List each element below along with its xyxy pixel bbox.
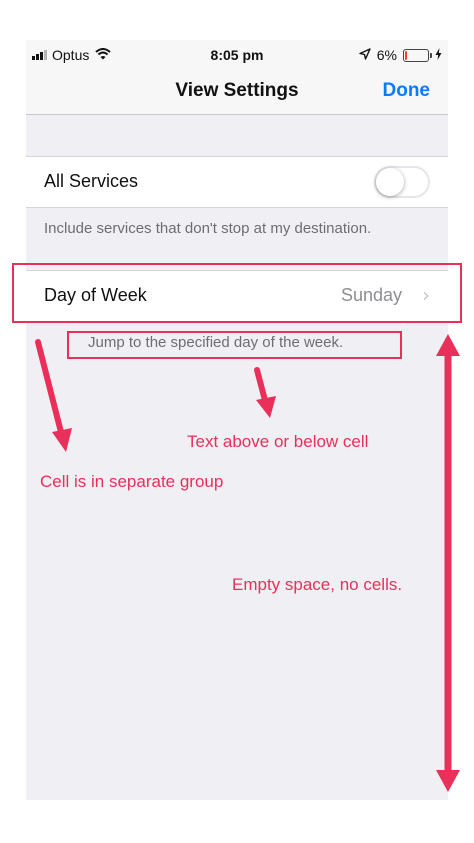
arrow-separate-group: [35, 339, 65, 439]
arrowhead-separate-group: [52, 428, 72, 452]
annotation-arrows: [35, 334, 460, 792]
annotation-separate-group: Cell is in separate group: [40, 472, 224, 491]
annotation-empty-space: Empty space, no cells.: [232, 575, 403, 594]
arrowhead-text-cell: [256, 396, 276, 418]
arrowhead-empty-bottom: [436, 770, 460, 792]
arrowhead-empty-top: [436, 334, 460, 356]
annotation-text-above-below: Text above or below cell: [187, 432, 369, 451]
